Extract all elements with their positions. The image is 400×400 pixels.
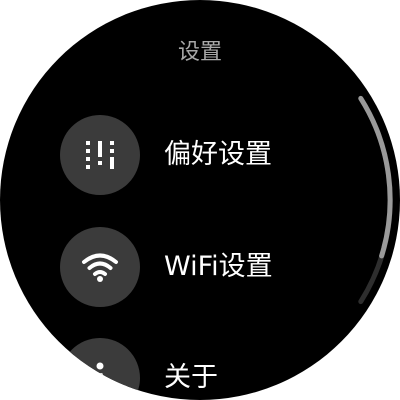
menu-item-wifi[interactable]: WiFi设置	[60, 227, 360, 307]
scrollbar-track	[358, 95, 393, 305]
wifi-icon	[60, 227, 140, 307]
menu-item-label: 偏好设置	[164, 139, 272, 170]
menu-item-label: 关于	[164, 362, 218, 393]
menu-item-preferences[interactable]: 偏好设置	[60, 115, 360, 195]
menu-item-label: WiFi设置	[164, 251, 273, 282]
menu-item-about[interactable]: 关于	[60, 338, 360, 400]
screen-title: 设置	[177, 40, 222, 65]
preferences-icon	[60, 115, 140, 195]
scrollbar-thumb	[358, 95, 393, 259]
watch-screen: 设置 偏好设置 WiFi设置 关于	[0, 0, 400, 400]
info-icon	[60, 338, 140, 400]
